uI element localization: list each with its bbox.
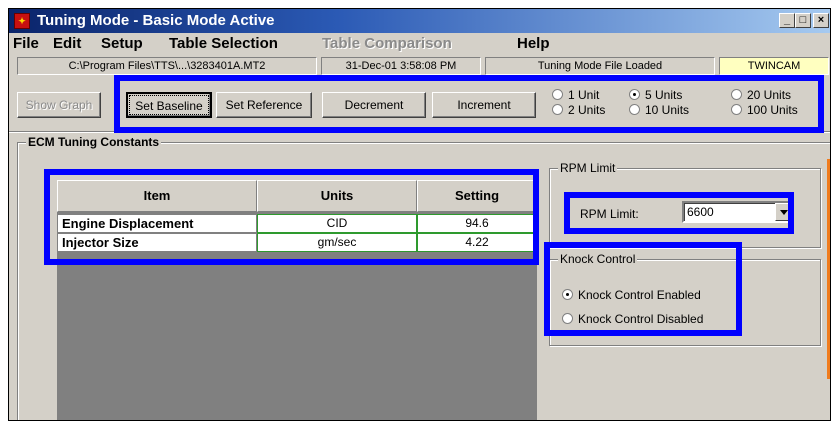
cell-units-engine-displacement[interactable]: CID — [257, 214, 417, 233]
title-bar[interactable]: ✦ Tuning Mode - Basic Mode Active _ □ × — [9, 9, 830, 33]
column-header-item[interactable]: Item — [57, 180, 257, 212]
radio-indicator — [552, 104, 563, 115]
radio-indicator — [552, 89, 563, 100]
status-mode-state: Tuning Mode File Loaded — [485, 57, 715, 75]
radio-indicator — [629, 89, 640, 100]
set-reference-button[interactable]: Set Reference — [216, 92, 312, 118]
radio-label: 5 Units — [645, 88, 683, 102]
cell-setting-engine-displacement[interactable]: 94.6 — [417, 214, 537, 233]
rpm-limit-value: 6600 — [687, 205, 714, 219]
application-window: ✦ Tuning Mode - Basic Mode Active _ □ × … — [8, 8, 831, 421]
status-timestamp: 31-Dec-01 3:58:08 PM — [321, 57, 481, 75]
toolbar-separator — [9, 131, 830, 133]
menu-table-selection[interactable]: Table Selection — [169, 35, 278, 53]
menu-bar: File Edit Setup Table Selection Table Co… — [9, 33, 830, 55]
rpm-limit-select[interactable]: 6600 — [682, 201, 794, 223]
step-20-units-radio[interactable]: 20 Units — [731, 88, 791, 102]
chevron-down-icon[interactable] — [775, 203, 792, 221]
toolbar: Show Graph Set Baseline Set Reference De… — [9, 79, 830, 129]
status-file-path: C:\Program Files\TTS\...\3283401A.MT2 — [17, 57, 317, 75]
increment-button[interactable]: Increment — [432, 92, 536, 118]
radio-label: 10 Units — [645, 103, 690, 117]
radio-indicator — [562, 289, 573, 300]
radio-indicator — [562, 313, 573, 324]
step-100-units-radio[interactable]: 100 Units — [731, 103, 798, 117]
minimize-button[interactable]: _ — [779, 13, 795, 28]
column-header-setting[interactable]: Setting — [417, 180, 537, 212]
rpm-limit-group: RPM Limit RPM Limit: 6600 — [549, 161, 821, 248]
close-button[interactable]: × — [813, 13, 829, 28]
radio-label: 2 Units — [568, 103, 606, 117]
rpm-limit-group-title: RPM Limit — [558, 161, 618, 175]
menu-file[interactable]: File — [13, 35, 39, 53]
decrement-button[interactable]: Decrement — [322, 92, 426, 118]
step-10-units-radio[interactable]: 10 Units — [629, 103, 689, 117]
radio-indicator — [731, 104, 742, 115]
cell-setting-injector-size[interactable]: 4.22 — [417, 233, 537, 252]
radio-label: Knock Control Disabled — [578, 312, 704, 326]
status-engine: TWINCAM — [719, 57, 829, 75]
show-graph-button[interactable]: Show Graph — [17, 92, 101, 118]
menu-edit[interactable]: Edit — [53, 35, 81, 53]
radio-label: 1 Unit — [568, 88, 600, 102]
constants-grid: Item Units Setting Engine Displacement C… — [57, 180, 537, 420]
menu-table-comparison[interactable]: Table Comparison — [322, 35, 452, 53]
radio-indicator — [731, 89, 742, 100]
cell-units-injector-size[interactable]: gm/sec — [257, 233, 417, 252]
radio-label: Knock Control Enabled — [578, 288, 701, 302]
rpm-limit-label: RPM Limit: — [580, 207, 639, 221]
side-accent-bar — [827, 159, 830, 379]
step-1-unit-radio[interactable]: 1 Unit — [552, 88, 599, 102]
radio-label: 20 Units — [747, 88, 792, 102]
knock-disabled-radio[interactable]: Knock Control Disabled — [562, 312, 703, 326]
maximize-button[interactable]: □ — [795, 13, 811, 28]
step-5-units-radio[interactable]: 5 Units — [629, 88, 682, 102]
row-label-engine-displacement[interactable]: Engine Displacement — [57, 214, 257, 233]
radio-indicator — [629, 104, 640, 115]
app-tuner-icon[interactable]: ✦ — [14, 13, 30, 29]
knock-control-group-title: Knock Control — [558, 252, 638, 266]
menu-help[interactable]: Help — [517, 35, 550, 53]
step-2-units-radio[interactable]: 2 Units — [552, 103, 605, 117]
set-baseline-button[interactable]: Set Baseline — [126, 92, 212, 118]
row-label-injector-size[interactable]: Injector Size — [57, 233, 257, 252]
column-header-units[interactable]: Units — [257, 180, 417, 212]
radio-label: 100 Units — [747, 103, 798, 117]
knock-control-group: Knock Control Knock Control Enabled Knoc… — [549, 252, 821, 346]
window-title: Tuning Mode - Basic Mode Active — [37, 12, 275, 29]
knock-enabled-radio[interactable]: Knock Control Enabled — [562, 288, 701, 302]
menu-setup[interactable]: Setup — [101, 35, 143, 53]
status-strip: C:\Program Files\TTS\...\3283401A.MT2 31… — [9, 57, 830, 77]
ecm-constants-title: ECM Tuning Constants — [26, 135, 162, 149]
